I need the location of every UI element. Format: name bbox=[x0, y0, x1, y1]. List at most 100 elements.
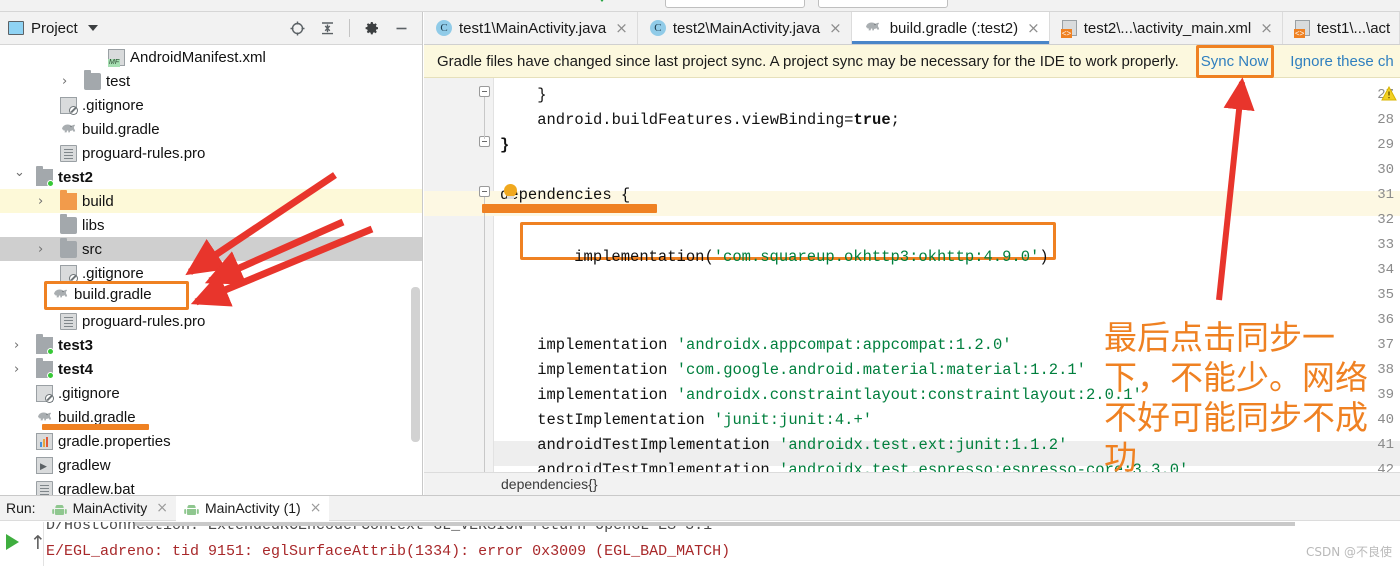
line-32-insert-marker bbox=[482, 204, 657, 213]
console-horizontal-scrollbar[interactable] bbox=[135, 522, 1295, 526]
close-icon[interactable]: × bbox=[1260, 20, 1273, 36]
tree-item-label: test4 bbox=[58, 360, 94, 378]
close-icon[interactable]: × bbox=[829, 20, 842, 36]
chevron-right-icon[interactable]: › bbox=[62, 75, 67, 88]
tree-item-androidmanifest-xml[interactable]: MF AndroidManifest.xml bbox=[0, 45, 422, 69]
tree-item-label: build.gradle bbox=[82, 120, 160, 138]
tree-item-test2[interactable]: ⌄ test2 bbox=[0, 165, 422, 189]
module-folder-icon bbox=[36, 357, 54, 379]
code-line-27: } bbox=[537, 83, 546, 108]
chevron-down-icon[interactable]: ⌄ bbox=[14, 166, 25, 179]
annotation-note-line: 功 bbox=[1104, 438, 1137, 477]
gitignore-file-icon bbox=[60, 96, 78, 115]
tree-item-content: test3 bbox=[36, 333, 94, 355]
run-tab-mainactivity[interactable]: MainActivity × bbox=[44, 496, 176, 521]
project-panel-title: Project bbox=[31, 19, 78, 37]
project-panel-toolbar bbox=[289, 19, 414, 37]
run-side-toolbar: ↑ bbox=[0, 522, 46, 566]
run-play-icon[interactable] bbox=[596, 0, 608, 2]
text-file-icon bbox=[60, 312, 77, 330]
run-configuration-selector[interactable] bbox=[665, 0, 805, 8]
rerun-play-icon[interactable] bbox=[6, 534, 19, 550]
locate-target-icon[interactable] bbox=[289, 20, 306, 37]
code-fold-marker-31[interactable] bbox=[479, 186, 490, 197]
tree-item-content: .gitignore bbox=[36, 384, 120, 403]
intention-lightbulb-icon[interactable] bbox=[504, 184, 517, 199]
tree-item-content: build.gradle bbox=[60, 121, 160, 138]
code-line-41: androidTestImplementation 'androidx.test… bbox=[537, 433, 1067, 458]
device-selector[interactable] bbox=[818, 0, 948, 8]
run-tab-bar[interactable]: Run: MainActivity × MainActivity (1) × bbox=[0, 495, 1400, 521]
code-token: implementation bbox=[537, 361, 677, 379]
tree-item-build[interactable]: › build bbox=[0, 189, 422, 213]
editor-tab-label: build.gradle (:test2) bbox=[889, 19, 1019, 37]
chevron-right-icon[interactable]: › bbox=[38, 243, 43, 256]
chevron-right-icon[interactable]: › bbox=[38, 195, 43, 208]
tree-item-gitignore[interactable]: .gitignore bbox=[0, 261, 422, 285]
run-tab-mainactivity-1[interactable]: MainActivity (1) × bbox=[176, 495, 330, 521]
editor-tab-test1-act[interactable]: <> test1\...\act bbox=[1283, 12, 1400, 44]
tree-item-content: .gitignore bbox=[60, 96, 144, 115]
close-icon[interactable]: × bbox=[156, 500, 168, 516]
tree-item-gitignore[interactable]: .gitignore bbox=[0, 381, 422, 405]
tree-item-label: proguard-rules.pro bbox=[82, 144, 206, 162]
code-line-38: implementation 'com.google.android.mater… bbox=[537, 358, 1086, 383]
tree-item-test4[interactable]: › test4 bbox=[0, 357, 422, 381]
tree-item-build-gradle[interactable]: build.gradle bbox=[0, 117, 422, 141]
run-console-output[interactable]: D/HostConnection: ExtendedRCEncoderConte… bbox=[44, 522, 1400, 566]
tree-item-gitignore[interactable]: .gitignore bbox=[0, 93, 422, 117]
run-tool-window: Run: MainActivity × MainActivity (1) × ↑ D/… bbox=[0, 495, 1400, 566]
console-line: E/EGL_adreno: tid 9151: eglSurfaceAttrib… bbox=[46, 543, 731, 560]
editor-tab-test1-mainactivity-java[interactable]: Ctest1\MainActivity.java × bbox=[424, 12, 638, 44]
folder-orange-icon bbox=[60, 189, 77, 210]
sync-now-link[interactable]: Sync Now bbox=[1201, 53, 1269, 70]
tree-item-test3[interactable]: › test3 bbox=[0, 333, 422, 357]
tree-item-gradlew-bat[interactable]: gradlew.bat bbox=[0, 477, 422, 495]
ide-window: Project MF AndroidManifest.xml › test .gitig… bbox=[0, 0, 1400, 566]
project-tool-window: Project MF AndroidManifest.xml › test .gitig… bbox=[0, 12, 423, 495]
run-panel-label: Run: bbox=[6, 500, 36, 516]
toolbar-divider bbox=[349, 19, 350, 37]
build-gradle-highlight-label-wrap[interactable]: build.gradle bbox=[52, 286, 152, 303]
gradle-file-icon bbox=[60, 121, 77, 138]
tree-item-src[interactable]: › src bbox=[0, 237, 422, 261]
code-token: 'androidx.appcompat:appcompat:1.2.0' bbox=[676, 336, 1012, 354]
tree-item-gradle-properties[interactable]: gradle.properties bbox=[0, 429, 422, 453]
project-tree-scrollbar[interactable] bbox=[411, 287, 420, 442]
tree-item-proguard-rules-pro[interactable]: proguard-rules.pro bbox=[0, 141, 422, 165]
code-token: 'com.google.android.material:material:1.… bbox=[676, 361, 1086, 379]
banner-message: Gradle files have changed since last pro… bbox=[437, 52, 1179, 70]
editor-tab-test2-mainactivity-java[interactable]: Ctest2\MainActivity.java × bbox=[638, 12, 852, 44]
close-icon[interactable]: × bbox=[1027, 20, 1040, 36]
settings-gear-icon[interactable] bbox=[363, 20, 380, 37]
code-line-39: implementation 'androidx.constraintlayou… bbox=[537, 383, 1142, 408]
chevron-right-icon[interactable]: › bbox=[14, 363, 19, 376]
tree-item-gradlew[interactable]: gradlew bbox=[0, 453, 422, 477]
module-folder-icon bbox=[36, 333, 54, 355]
code-fold-marker-27[interactable] bbox=[479, 86, 490, 97]
warning-triangle-icon[interactable] bbox=[1381, 85, 1397, 106]
editor-tab-label: test1\...\act bbox=[1316, 19, 1391, 37]
code-token: } bbox=[537, 86, 547, 104]
close-icon[interactable]: × bbox=[615, 20, 628, 36]
text-file-icon bbox=[36, 480, 53, 495]
minimize-icon[interactable] bbox=[393, 20, 410, 37]
main-toolbar-strip bbox=[0, 0, 1400, 12]
chevron-down-icon[interactable] bbox=[87, 25, 98, 31]
tree-item-label: test3 bbox=[58, 336, 94, 354]
tree-item-proguard-rules-pro[interactable]: proguard-rules.pro bbox=[0, 309, 422, 333]
tree-item-content: gradle.properties bbox=[36, 432, 171, 450]
tree-item-content: test4 bbox=[36, 357, 94, 379]
collapse-all-icon[interactable] bbox=[319, 20, 336, 37]
tree-item-test[interactable]: › test bbox=[0, 69, 422, 93]
editor-tab-test2-activity-main-xml[interactable]: <> test2\...\activity_main.xml × bbox=[1050, 12, 1283, 44]
close-icon[interactable]: × bbox=[310, 500, 322, 516]
ignore-changes-link[interactable]: Ignore these ch bbox=[1290, 53, 1393, 70]
editor-tab-build-gradle-test2[interactable]: build.gradle (:test2) × bbox=[851, 12, 1050, 44]
okhttp-dependency-line-text: implementation('com.squareup.okhttp3:okh… bbox=[537, 230, 1048, 284]
project-window-icon bbox=[8, 21, 24, 35]
tree-item-libs[interactable]: libs bbox=[0, 213, 422, 237]
editor-tab-bar[interactable]: Ctest1\MainActivity.java × Ctest2\MainActi… bbox=[424, 12, 1400, 45]
chevron-right-icon[interactable]: › bbox=[14, 339, 19, 352]
code-fold-line bbox=[484, 97, 485, 139]
